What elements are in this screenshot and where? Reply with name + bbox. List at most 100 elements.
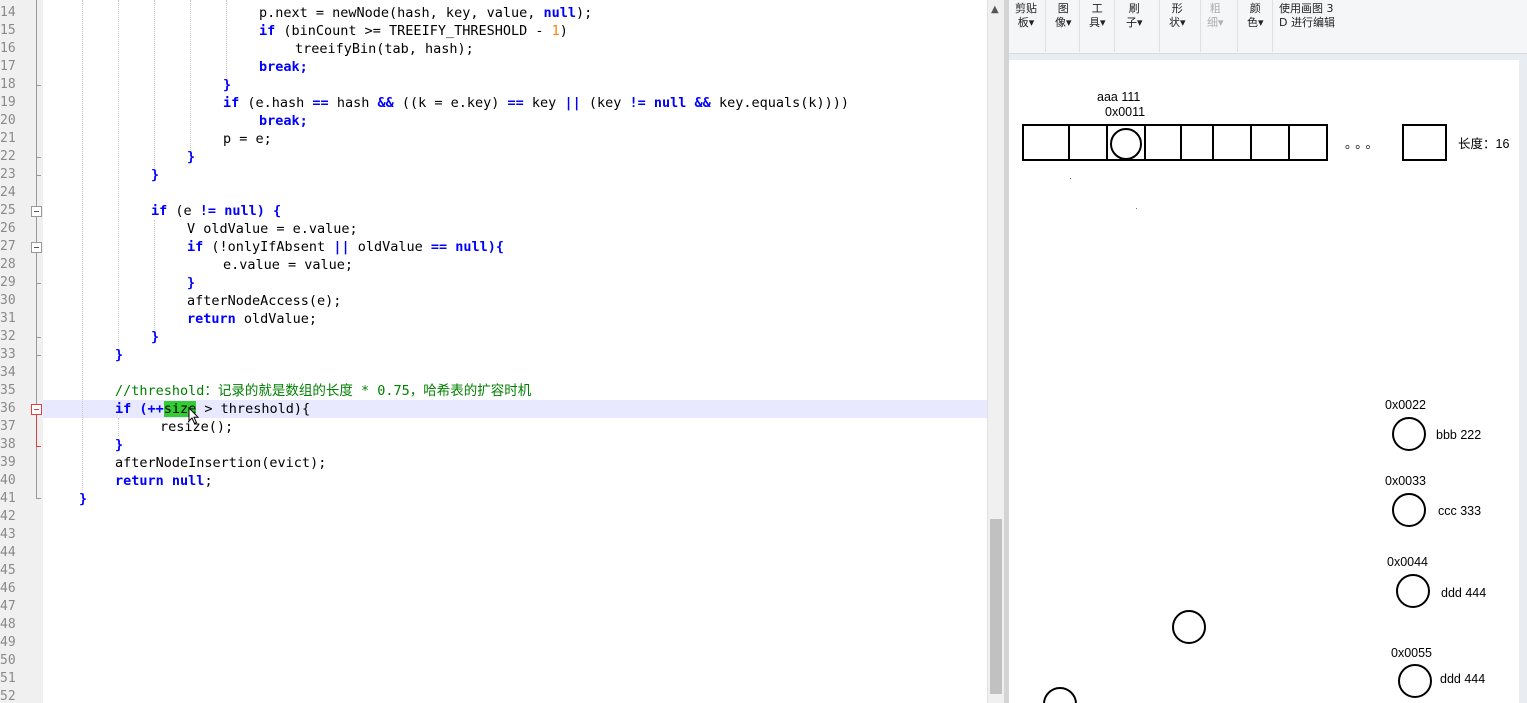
code-text: (e.hash — [239, 95, 313, 111]
button-label: 刷 — [1128, 2, 1140, 15]
code-line[interactable]: p = e; — [223, 130, 272, 148]
code-line[interactable]: if (!onlyIfAbsent || oldValue == null){ — [187, 238, 504, 256]
fold-end-tick — [36, 283, 41, 284]
drawing-canvas[interactable]: aaa 111 0x0011 。。。 长度：16 0x0022 bbb 222 … — [1009, 60, 1519, 703]
code-line[interactable]: afterNodeAccess(e); — [187, 292, 341, 310]
code-text: key.equals(k)))) — [710, 95, 849, 111]
code-keyword: null — [171, 473, 205, 489]
code-line[interactable]: resize(); — [160, 418, 233, 436]
scrollbar-thumb[interactable] — [990, 519, 1002, 694]
code-line[interactable]: afterNodeInsertion(evict); — [115, 454, 326, 472]
code-line[interactable]: e.value = value; — [223, 256, 353, 274]
code-line[interactable]: break; — [259, 58, 308, 76]
code-text: key — [523, 95, 565, 111]
code-line[interactable]: if (e.hash == hash && ((k = e.key) == ke… — [223, 94, 849, 112]
brush-button[interactable]: 刷子▾ — [1126, 2, 1143, 30]
paint-window: 剪贴 板▾ 图像▾ 工具▾ 刷子▾ 形状▾ 粗细▾ 颜色▾ 使用画图 3D 进行编… — [1009, 0, 1527, 703]
code-line[interactable]: } — [187, 148, 195, 166]
code-text: ); — [576, 5, 593, 21]
code-keyword: return — [187, 311, 236, 327]
line-number: 51 — [0, 671, 16, 686]
code-operator: (++ — [131, 401, 164, 417]
code-operator: && — [377, 95, 394, 111]
code-text: ) — [559, 23, 568, 39]
indent-guide — [226, 0, 227, 80]
shapes-button[interactable]: 形状▾ — [1169, 2, 1186, 30]
code-text: ((k = e.key) — [393, 95, 508, 111]
code-line[interactable]: } — [187, 274, 195, 292]
paint3d-button[interactable]: 使用画图 3D 进行编辑 — [1279, 2, 1335, 30]
button-label: 细▾ — [1207, 16, 1224, 29]
code-text: oldValue — [349, 239, 431, 255]
code-comment[interactable]: //threshold：记录的就是数组的长度 * 0.75，哈希表的扩容时机 — [115, 382, 531, 400]
line-number: 38 — [0, 437, 16, 452]
fold-end-tick — [36, 337, 41, 338]
fold-end-tick — [36, 157, 41, 158]
node-circle — [1110, 128, 1142, 160]
line-number: 20 — [0, 113, 16, 128]
line-number: 24 — [0, 185, 16, 200]
code-line[interactable]: } — [115, 436, 123, 454]
fold-toggle-icon[interactable] — [31, 242, 42, 253]
code-keyword: if — [259, 23, 276, 39]
fold-toggle-icon[interactable] — [31, 206, 42, 217]
length-label: 长度：16 — [1458, 137, 1510, 151]
line-number: 34 — [0, 365, 16, 380]
code-text: (binCount >= TREEIFY_THRESHOLD - — [275, 23, 552, 39]
button-label: 具▾ — [1089, 16, 1106, 29]
ribbon-separator — [1159, 0, 1160, 52]
colors-button[interactable]: 颜色▾ — [1247, 2, 1264, 30]
code-line[interactable]: V oldValue = e.value; — [187, 220, 358, 238]
button-label: 子▾ — [1126, 16, 1143, 29]
code-editor[interactable]: 14 15 16 17 18 19 20 21 22 23 24 25 26 2… — [0, 0, 1005, 703]
line-number: 43 — [0, 527, 16, 542]
array-cell — [1068, 124, 1108, 161]
ribbon-separator — [1079, 0, 1080, 52]
code-text: (key — [580, 95, 630, 111]
code-keyword: if — [115, 401, 132, 417]
code-line[interactable]: } — [115, 346, 123, 364]
fold-end-tick-active — [36, 446, 41, 447]
array-cell — [1288, 124, 1328, 161]
size-button[interactable]: 粗细▾ — [1207, 2, 1224, 30]
code-line[interactable]: } — [79, 490, 87, 508]
clipboard-button[interactable]: 剪贴 板▾ — [1015, 2, 1037, 30]
code-line[interactable]: } — [223, 76, 231, 94]
fold-end-tick — [36, 498, 41, 499]
scroll-up-icon[interactable]: ▲ — [991, 4, 999, 15]
code-text: p.next = newNode(hash, key, value, — [259, 5, 544, 21]
fold-toggle-icon[interactable] — [31, 404, 42, 415]
code-line[interactable]: p.next = newNode(hash, key, value, null)… — [259, 4, 592, 22]
entry-hash: 0x0033 — [1385, 474, 1427, 488]
code-line[interactable]: break; — [259, 112, 308, 130]
tools-button[interactable]: 工具▾ — [1089, 2, 1106, 30]
entry-key-value: bbb 222 — [1436, 428, 1482, 442]
array-cell — [1180, 124, 1214, 161]
indent-guide — [118, 418, 119, 436]
code-operator: == — [430, 239, 448, 255]
code-line[interactable]: if (e != null) { — [151, 202, 281, 220]
line-number: 42 — [0, 509, 16, 524]
code-text: hash — [328, 95, 378, 111]
image-button[interactable]: 图像▾ — [1055, 2, 1072, 30]
code-line[interactable]: return oldValue; — [187, 310, 317, 328]
code-line[interactable]: return null; — [115, 472, 213, 490]
ribbon-separator — [1200, 0, 1201, 52]
vertical-scrollbar[interactable]: ▲ — [987, 0, 1005, 703]
code-text: (e — [167, 203, 200, 219]
code-line[interactable]: treeifyBin(tab, hash); — [295, 40, 474, 58]
fold-end-tick — [36, 85, 41, 86]
entry-key-value: ddd 444 — [1440, 672, 1486, 686]
code-line[interactable]: } — [151, 328, 159, 346]
line-number: 31 — [0, 311, 16, 326]
node-circle — [1392, 417, 1426, 451]
button-label: 粗 — [1209, 2, 1221, 15]
array-cell — [1212, 124, 1252, 161]
code-line[interactable]: } — [151, 166, 159, 184]
line-number-gutter: 14 15 16 17 18 19 20 21 22 23 24 25 26 2… — [0, 0, 43, 703]
entry-key-value: aaa 111 — [1097, 90, 1141, 104]
ellipsis: 。。。 — [1345, 137, 1383, 151]
array-cell — [1144, 124, 1182, 161]
code-line[interactable]: if (binCount >= TREEIFY_THRESHOLD - 1) — [259, 22, 568, 40]
code-line-current[interactable]: if (++size > threshold){ — [115, 400, 310, 418]
